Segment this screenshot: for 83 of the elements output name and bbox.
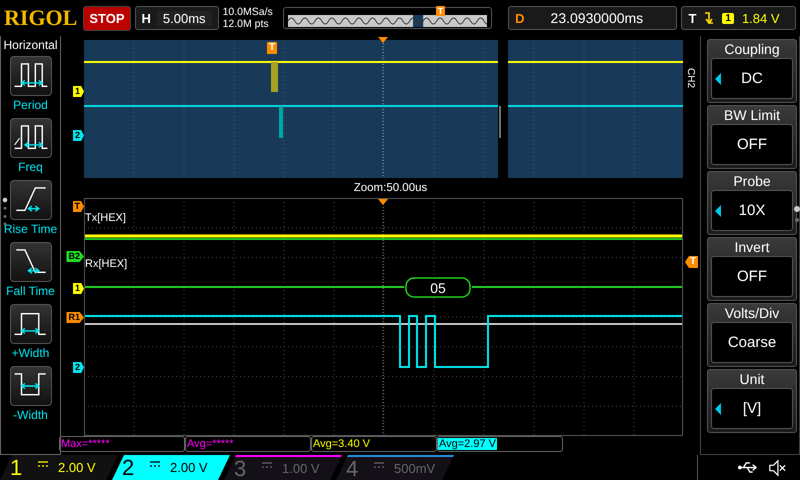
- trigger-marker: T: [267, 42, 278, 54]
- dc-coupling-icon: [374, 462, 384, 468]
- trigger-label: T: [688, 10, 696, 26]
- zoom-timebase: Zoom:50.00us: [354, 182, 428, 194]
- softkey-value: [V]: [742, 400, 762, 417]
- menu-softkey[interactable]: BW Limit OFF: [707, 105, 797, 169]
- trigger-position-icon: [378, 37, 388, 43]
- softkey-title: Unit: [738, 370, 766, 388]
- measure-label: -Width: [13, 407, 48, 424]
- measure-button[interactable]: [10, 366, 52, 406]
- panel-title: Horizontal: [3, 38, 58, 52]
- sample-rate: 10.0MSa/s: [222, 6, 273, 18]
- measure-label: Freq: [18, 159, 43, 176]
- menu-softkey[interactable]: Unit [V]: [707, 369, 797, 433]
- bus-label: Rx[HEX]: [85, 258, 128, 270]
- channel-marker[interactable]: T: [72, 201, 84, 212]
- bus-label: Tx[HEX]: [85, 212, 126, 224]
- measurement-readout: Avg=*****: [185, 436, 311, 452]
- channel-number: 4: [346, 456, 360, 480]
- softkey-value: DC: [741, 70, 763, 87]
- channel-scale: 2.00 V: [58, 460, 96, 475]
- softkey-title: Invert: [733, 238, 770, 256]
- measure-button[interactable]: [10, 180, 52, 220]
- dc-coupling-icon: [150, 460, 160, 466]
- decoded-frame: 05: [405, 277, 471, 298]
- measurement-readout: Avg=3.40 V: [311, 436, 437, 452]
- softkey-value: OFF: [737, 268, 767, 285]
- timebase-display[interactable]: H 5.00ms: [134, 6, 219, 30]
- softkey-value: OFF: [737, 136, 767, 153]
- falling-edge-icon: [704, 11, 714, 25]
- delay-value: 23.0930000ms: [550, 10, 644, 26]
- measure-button[interactable]: [10, 56, 52, 96]
- dc-coupling-icon: [38, 460, 48, 466]
- channel-tab[interactable]: 2 2.00 V: [112, 455, 230, 480]
- page-indicator-icon: [794, 206, 800, 224]
- measurement-readout: Max=*****: [59, 436, 185, 452]
- brand-logo: RIGOL: [4, 5, 78, 31]
- channel-marker[interactable]: 2: [72, 362, 84, 373]
- channel-tag: CH2: [685, 68, 696, 88]
- measure-label: Fall Time: [6, 283, 55, 300]
- channel-marker[interactable]: B2: [66, 251, 84, 262]
- memory-depth: 12.0M pts: [222, 18, 270, 30]
- softkey-value: 10X: [738, 202, 766, 219]
- menu-softkey[interactable]: Invert OFF: [707, 237, 797, 301]
- softkey-title: BW Limit: [723, 106, 781, 124]
- softkey-title: Coupling: [723, 40, 781, 58]
- mute-icon[interactable]: [768, 458, 786, 476]
- channel-marker[interactable]: 1: [72, 283, 84, 294]
- channel-marker[interactable]: 2: [72, 130, 84, 141]
- delay-label: D: [515, 10, 525, 26]
- timebase-label: H: [142, 10, 151, 26]
- softkey-title: Volts/Div: [724, 304, 780, 322]
- dc-coupling-icon: [262, 462, 272, 468]
- trigger-level: 1.84 V: [742, 10, 780, 26]
- channel-scale: 2.00 V: [170, 460, 208, 475]
- measure-label: Period: [13, 97, 48, 114]
- menu-softkey[interactable]: Volts/Div Coarse: [707, 303, 797, 367]
- channel-marker[interactable]: R1: [66, 312, 84, 323]
- trigger-position-icon: [378, 199, 388, 205]
- softkey-value: Coarse: [728, 334, 776, 351]
- channel-number: 3: [234, 456, 248, 480]
- channel-scale: 500mV: [394, 461, 436, 476]
- channel-number: 2: [122, 454, 136, 480]
- trigger-display[interactable]: T 1 1.84 V: [681, 6, 796, 30]
- trigger-level-marker: T: [685, 256, 698, 268]
- trigger-source: 1: [722, 12, 734, 24]
- measure-label: Rise Time: [4, 221, 58, 238]
- menu-softkey[interactable]: Coupling DC: [707, 39, 797, 103]
- run-stop-button[interactable]: STOP: [83, 6, 131, 30]
- trigger-position-marker: T: [436, 6, 446, 16]
- delay-display[interactable]: D 23.0930000ms: [508, 6, 678, 30]
- channel-marker[interactable]: 1: [72, 86, 84, 97]
- channel-tab[interactable]: 1 2.00 V: [0, 455, 118, 480]
- measurement-readout: Avg=2.97 V: [437, 436, 563, 452]
- menu-softkey[interactable]: Probe 10X: [707, 171, 797, 235]
- softkey-title: Probe: [732, 172, 772, 190]
- measure-button[interactable]: [10, 242, 52, 282]
- measure-button[interactable]: [10, 304, 52, 344]
- measure-button[interactable]: [10, 118, 52, 158]
- channel-number: 1: [10, 454, 24, 480]
- timebase-value: 5.00ms: [156, 10, 212, 26]
- channel-scale: 1.00 V: [282, 461, 320, 476]
- measure-label: +Width: [12, 345, 50, 362]
